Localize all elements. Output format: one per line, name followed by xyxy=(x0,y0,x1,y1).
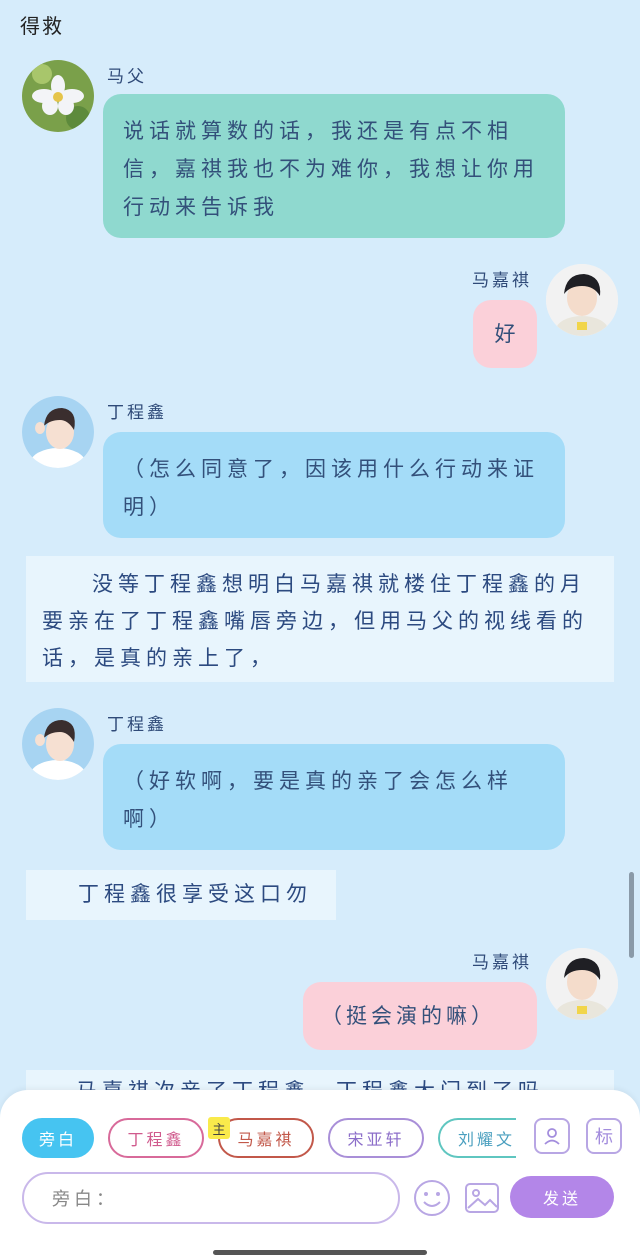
avatar-ding-chengxin[interactable] xyxy=(22,708,94,780)
input-placeholder: 旁白： xyxy=(52,1189,118,1210)
tag-button[interactable]: 标 xyxy=(586,1118,622,1154)
flower-avatar-icon xyxy=(22,60,94,132)
composer-panel: 旁白 丁程鑫 马嘉祺 宋亚轩 刘耀文 标 旁白： 发送 xyxy=(0,1090,640,1260)
message-bubble[interactable]: 说话就算数的话，我还是有点不相信，嘉祺我也不为难你，我想让你用行动来告诉我 xyxy=(103,94,565,238)
main-role-badge: 主 xyxy=(208,1117,230,1139)
person-avatar-icon xyxy=(546,264,618,336)
message-input[interactable]: 旁白： xyxy=(22,1172,400,1224)
narration-content: 丁程鑫很享受这口勿 xyxy=(78,882,312,906)
scrollbar[interactable] xyxy=(629,872,634,958)
emoji-button[interactable] xyxy=(412,1178,452,1218)
avatar-ma-father[interactable] xyxy=(22,60,94,132)
message-bubble[interactable]: 好 xyxy=(473,300,537,368)
image-button[interactable] xyxy=(462,1178,502,1218)
narration-text: 丁程鑫很享受这口勿 xyxy=(26,870,336,920)
speaker-name: 马嘉祺 xyxy=(472,271,532,291)
role-chip-liu-yaowen[interactable]: 刘耀文 xyxy=(438,1118,516,1158)
role-chip-song-yaxuan[interactable]: 宋亚轩 xyxy=(328,1118,424,1158)
person-avatar-icon xyxy=(546,948,618,1020)
narration-content: 没等丁程鑫想明白马嘉祺就楼住丁程鑫的月要亲在了丁程鑫嘴唇旁边，但用马父的视线看的… xyxy=(42,572,588,670)
speaker-name: 马嘉祺 xyxy=(472,953,532,973)
send-button[interactable]: 发送 xyxy=(510,1176,614,1218)
role-manage-button[interactable] xyxy=(534,1118,570,1154)
person-avatar-icon xyxy=(22,708,94,780)
role-chip-ding-chengxin[interactable]: 丁程鑫 xyxy=(108,1118,204,1158)
message-bubble[interactable]: （怎么同意了，因该用什么行动来证明） xyxy=(103,432,565,538)
smile-icon xyxy=(414,1180,450,1216)
home-indicator[interactable] xyxy=(213,1250,427,1255)
avatar-ding-chengxin[interactable] xyxy=(22,396,94,468)
role-chip-narrator[interactable]: 旁白 xyxy=(22,1118,94,1158)
speaker-name: 丁程鑫 xyxy=(107,403,167,423)
message-bubble[interactable]: （挺会演的嘛） xyxy=(303,982,537,1050)
narration-text: 没等丁程鑫想明白马嘉祺就楼住丁程鑫的月要亲在了丁程鑫嘴唇旁边，但用马父的视线看的… xyxy=(26,556,614,682)
speaker-name: 丁程鑫 xyxy=(107,715,167,735)
avatar-ma-jiaqi[interactable] xyxy=(546,948,618,1020)
speaker-name: 马父 xyxy=(107,67,147,87)
role-chip-ma-jiaqi[interactable]: 马嘉祺 xyxy=(218,1118,314,1158)
person-avatar-icon xyxy=(22,396,94,468)
image-icon xyxy=(465,1183,499,1213)
avatar-ma-jiaqi[interactable] xyxy=(546,264,618,336)
page-title: 得救 xyxy=(20,14,64,38)
message-bubble[interactable]: （好软啊，要是真的亲了会怎么样啊） xyxy=(103,744,565,850)
person-icon xyxy=(544,1128,560,1145)
